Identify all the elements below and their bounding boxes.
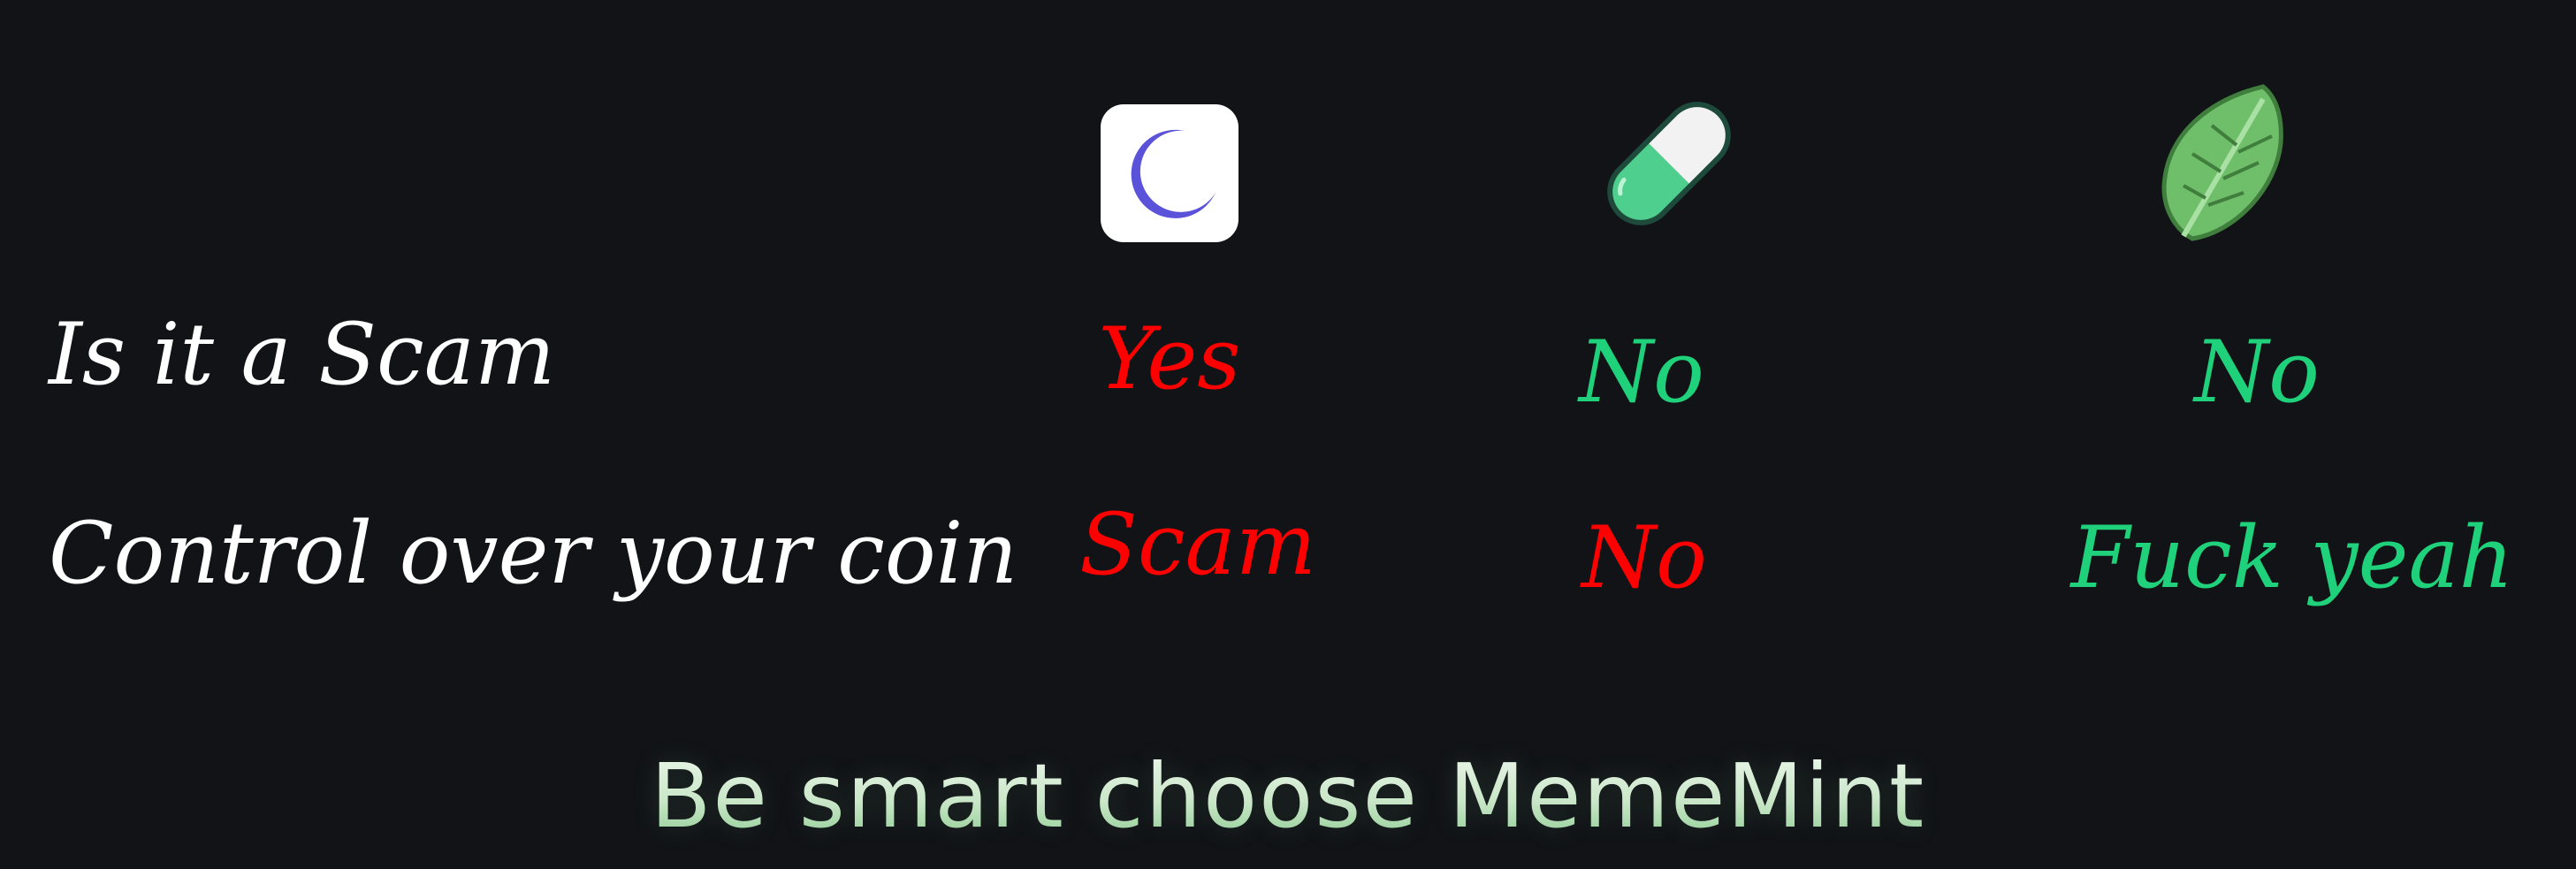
pill-capsule-icon <box>1587 81 1751 246</box>
row-label-is-it-a-scam: Is it a Scam <box>49 305 556 404</box>
row-label-control-over-your-coin: Control over your coin <box>49 504 1018 603</box>
cell-moon-control-over-your-coin: Scam <box>1079 495 1316 594</box>
moon-app-icon <box>1101 104 1238 242</box>
cell-leaf-control-over-your-coin: Fuck yeah <box>2070 508 2514 607</box>
cell-leaf-is-it-a-scam: No <box>2194 323 2320 422</box>
cell-pill-is-it-a-scam: No <box>1579 323 1704 422</box>
mint-leaf-icon <box>2157 81 2290 249</box>
footer-tagline: Be smart choose MemeMint <box>0 744 2576 848</box>
cell-moon-is-it-a-scam: Yes <box>1098 309 1241 408</box>
cell-pill-control-over-your-coin: No <box>1581 508 1707 607</box>
